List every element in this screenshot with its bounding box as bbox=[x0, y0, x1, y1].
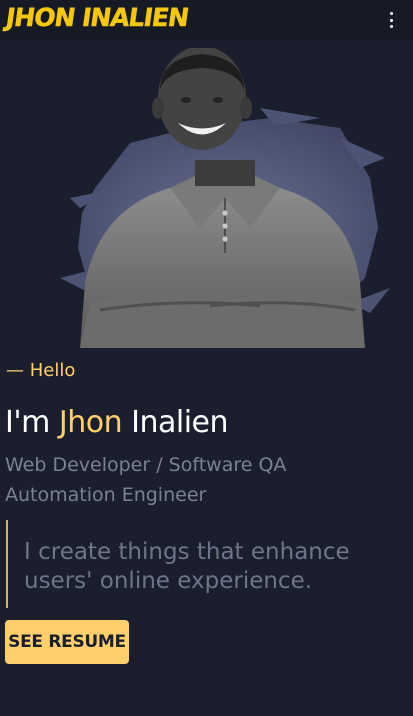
job-title: Web Developer / Software QA Automation E… bbox=[5, 450, 325, 510]
intro-heading: I'm Jhon Inalien bbox=[5, 405, 229, 440]
hello-greeting: — Hello bbox=[6, 360, 76, 381]
job-title-line-2: Automation Engineer bbox=[5, 484, 207, 506]
see-resume-button[interactable]: SEE RESUME bbox=[5, 620, 129, 664]
tagline-blockquote: I create things that enhance users' onli… bbox=[6, 520, 388, 608]
job-title-line-1: Web Developer / Software QA bbox=[5, 454, 287, 476]
tagline-text: I create things that enhance users' onli… bbox=[24, 539, 350, 594]
site-logo[interactable]: JHON INALIEN bbox=[4, 3, 190, 33]
name-highlight: Jhon bbox=[58, 405, 123, 440]
name-suffix: Inalien bbox=[122, 405, 229, 440]
hero-portrait-image bbox=[60, 48, 390, 348]
menu-icon[interactable] bbox=[387, 12, 395, 28]
name-prefix: I'm bbox=[5, 405, 59, 440]
top-navbar: JHON INALIEN bbox=[0, 0, 413, 40]
